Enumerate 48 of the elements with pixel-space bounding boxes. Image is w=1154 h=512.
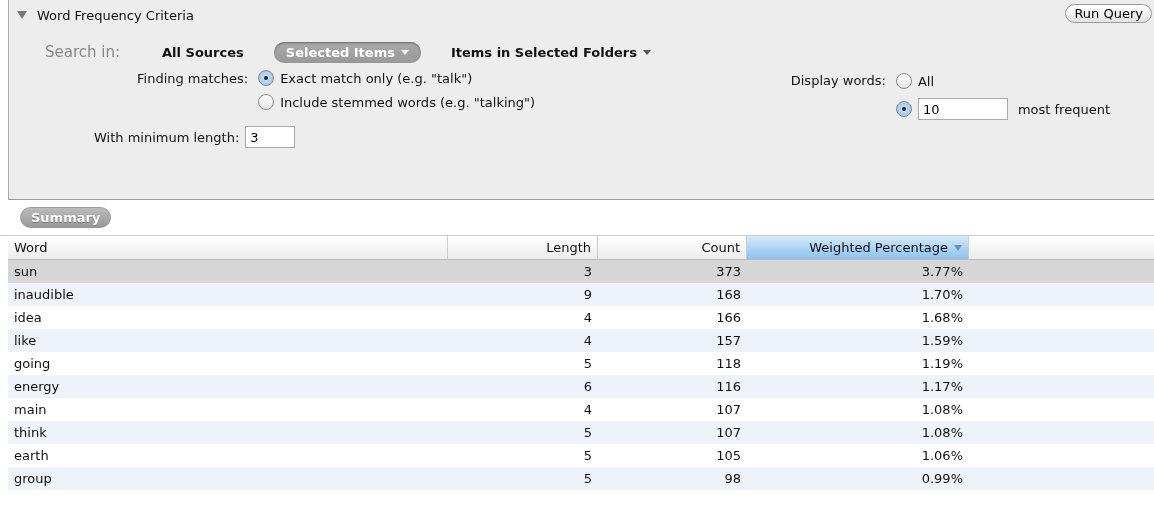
table-cell: 107 <box>598 421 747 444</box>
table-cell: 4 <box>448 329 598 352</box>
table-cell: 5 <box>448 467 598 490</box>
radio-button[interactable] <box>895 101 912 117</box>
table-cell: 1.59% <box>747 329 969 352</box>
run-query-button[interactable]: Run Query <box>1065 4 1152 23</box>
table-cell: 3 <box>448 260 598 283</box>
table-cell: 1.08% <box>747 421 969 444</box>
sort-arrow-icon <box>954 244 962 251</box>
table-cell: 168 <box>598 283 747 306</box>
table-cell: sun <box>8 260 448 283</box>
disclosure-triangle-icon[interactable] <box>17 11 27 19</box>
column-header[interactable]: Length <box>448 236 598 260</box>
radio-label: Exact match only (e.g. "talk") <box>280 70 473 86</box>
word-count-field[interactable]: 10 <box>917 98 1008 120</box>
table-cell: 1.70% <box>747 283 969 306</box>
table-cell: 6 <box>448 375 598 398</box>
table-cell: 3.77% <box>747 260 969 283</box>
search-in-label: Search in: <box>45 43 121 61</box>
table-cell: 0.99% <box>747 467 969 490</box>
min-length-label: With minimum length: <box>94 129 240 145</box>
table-cell: 373 <box>598 260 747 283</box>
table-cell: 116 <box>598 375 747 398</box>
table-cell: inaudible <box>8 283 448 306</box>
table-cell: think <box>8 421 448 444</box>
table-cell: 157 <box>598 329 747 352</box>
table-cell: like <box>8 329 448 352</box>
table-cell: group <box>8 467 448 490</box>
min-length-field[interactable]: 3 <box>245 126 296 148</box>
panel-title: Word Frequency Criteria <box>37 7 194 23</box>
radio-label: Include stemmed words (e.g. "talking") <box>280 94 536 110</box>
finding-matches-label: Finding matches: <box>137 70 249 86</box>
display-words-label: Display words: <box>790 72 886 90</box>
radio-label: All <box>917 73 935 89</box>
scope-option[interactable]: All Sources <box>150 41 256 63</box>
radio-button[interactable] <box>895 73 912 89</box>
table-cell: energy <box>8 375 448 398</box>
radio-label: most frequent <box>1017 101 1110 117</box>
column-header[interactable]: Count <box>598 236 747 260</box>
column-header[interactable]: Weighted Percentage <box>747 236 969 260</box>
table-cell: 9 <box>448 283 598 306</box>
radio-button[interactable] <box>258 94 275 110</box>
table-cell: 5 <box>448 421 598 444</box>
column-header[interactable]: Word <box>8 236 448 260</box>
table-cell: 1.17% <box>747 375 969 398</box>
table-cell: 98 <box>598 467 747 490</box>
scope-option[interactable]: Items in Selected Folders <box>438 41 663 63</box>
radio-button[interactable] <box>258 70 275 86</box>
